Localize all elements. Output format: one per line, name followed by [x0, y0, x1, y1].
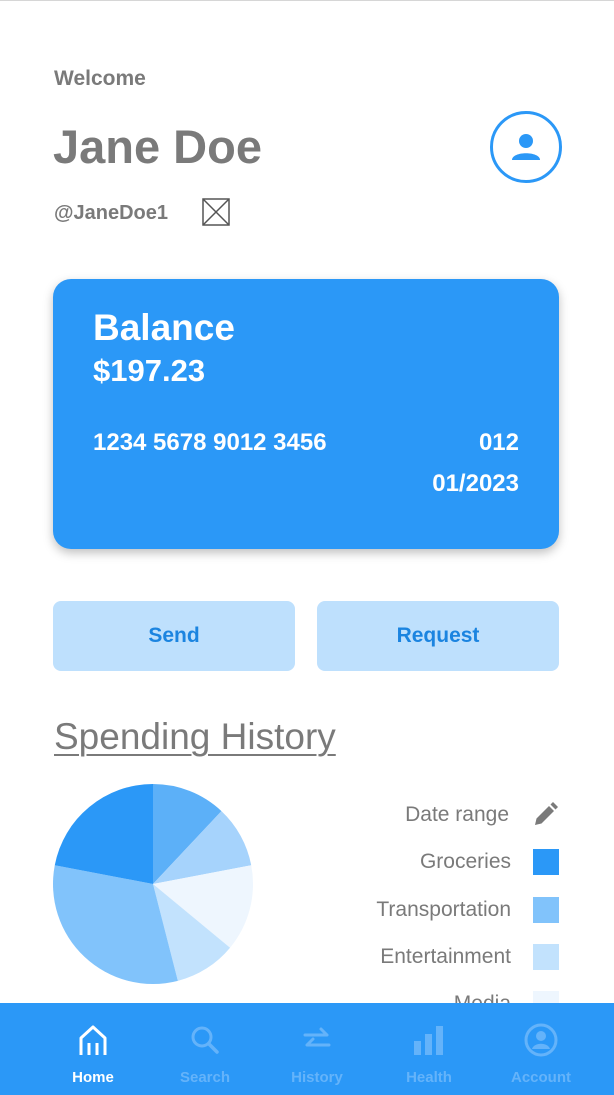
home-icon [79, 1025, 107, 1055]
user-handle: @JaneDoe1 [54, 202, 168, 224]
image-placeholder-icon [202, 198, 230, 226]
nav-label: Home [72, 1069, 114, 1086]
account-icon [524, 1023, 558, 1057]
legend-label: Transportation [376, 898, 511, 921]
nav-label: History [291, 1069, 343, 1086]
welcome-label: Welcome [54, 67, 146, 90]
legend-item-entertainment: Entertainment [380, 943, 559, 971]
nav-item-home[interactable]: Home [37, 1003, 149, 1095]
card-title: Balance [93, 307, 235, 348]
card-cvv: 012 [478, 429, 519, 456]
user-icon [512, 134, 540, 160]
balance-amount: $197.23 [93, 353, 206, 388]
card-expiry: 01/2023 [432, 470, 519, 497]
card-number: 1234 5678 9012 3456 [93, 429, 327, 456]
legend-swatch [533, 897, 559, 923]
balance-card[interactable]: Balance $197.23 1234 5678 9012 3456 012 … [53, 279, 559, 549]
pencil-icon[interactable] [531, 801, 559, 829]
date-range-control[interactable]: Date range [405, 801, 559, 829]
nav-label: Account [511, 1069, 571, 1086]
nav-item-account[interactable]: Account [485, 1003, 597, 1095]
legend-label: Groceries [419, 850, 511, 873]
transfer-arrows-icon [303, 1027, 331, 1047]
legend-label: Entertainment [380, 945, 511, 968]
date-range-label: Date range [405, 803, 509, 826]
legend-item-transportation: Transportation [376, 896, 559, 924]
user-name: Jane Doe [53, 120, 262, 173]
nav-label: Search [179, 1069, 231, 1086]
profile-button[interactable] [490, 111, 562, 183]
bar-chart-icon [414, 1026, 443, 1055]
search-icon [191, 1026, 219, 1054]
legend-swatch [533, 944, 559, 970]
bottom-navigation: Home Search History Health Account [0, 1003, 614, 1095]
legend-swatch [533, 849, 559, 875]
spending-history-title: Spending History [54, 716, 336, 757]
nav-item-history[interactable]: History [261, 1003, 373, 1095]
nav-item-search[interactable]: Search [149, 1003, 261, 1095]
request-button[interactable]: Request [317, 601, 559, 671]
spending-pie-chart [53, 784, 253, 984]
nav-label: Health [406, 1069, 452, 1086]
legend-item-groceries: Groceries [420, 848, 559, 876]
send-button[interactable]: Send [53, 601, 295, 671]
nav-item-health[interactable]: Health [373, 1003, 485, 1095]
